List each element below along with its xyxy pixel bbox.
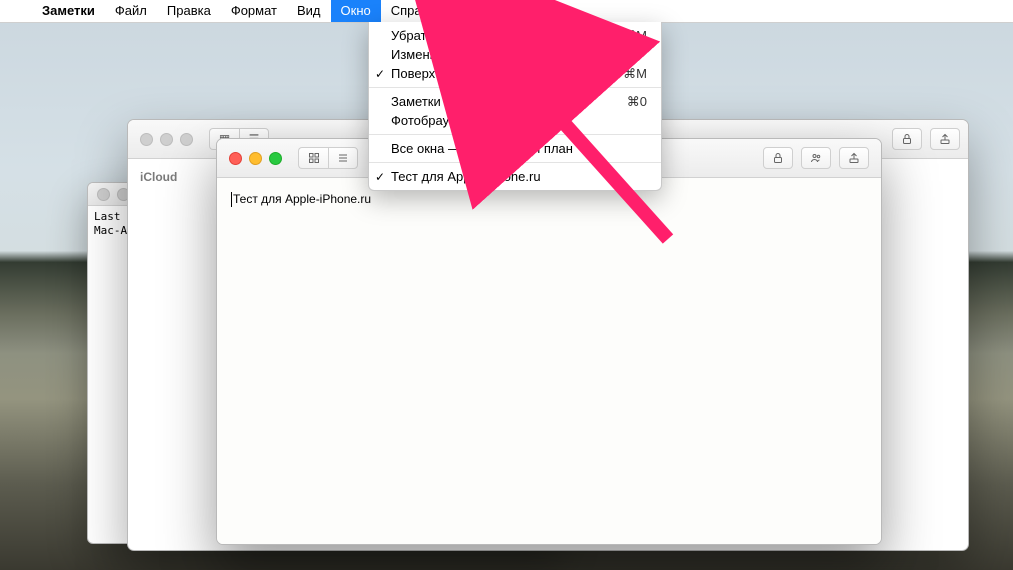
menu-item-label: Изменить масштаб: [391, 47, 647, 62]
check-icon: ✓: [375, 170, 385, 184]
grid-icon: [308, 152, 320, 164]
menu-item-label: Убрать в Dock: [391, 28, 623, 43]
share-button[interactable]: [930, 128, 960, 150]
view-list-button[interactable]: [328, 147, 358, 169]
share-icon: [939, 133, 951, 145]
menu-item-bring-all-front[interactable]: Все окна — на передний план: [369, 139, 661, 158]
close-button[interactable]: [229, 152, 242, 165]
menu-view[interactable]: Вид: [287, 0, 331, 22]
window-controls: [128, 133, 193, 146]
window-controls: [217, 152, 282, 165]
menu-item-float-on-top[interactable]: ✓ Поверх всех окон ⇧⌘M: [369, 64, 661, 83]
menu-item-shortcut: ⌘0: [627, 94, 647, 110]
menu-app-name[interactable]: Заметки: [32, 0, 105, 22]
collab-button[interactable]: [801, 147, 831, 169]
note-content-area[interactable]: Тест для Apple-iPhone.ru: [217, 178, 881, 545]
lock-icon: [772, 152, 784, 164]
list-icon: [337, 152, 349, 164]
close-button[interactable]: [140, 133, 153, 146]
people-icon: [809, 152, 823, 164]
lock-button[interactable]: [892, 128, 922, 150]
menu-item-photobrowser[interactable]: Фотобраузер: [369, 111, 661, 130]
menu-window[interactable]: Окно: [331, 0, 381, 22]
menu-item-label: Тест для Apple-iPhone.ru: [391, 169, 647, 184]
share-icon: [848, 152, 860, 164]
menu-item-zoom[interactable]: Изменить масштаб: [369, 45, 661, 64]
maximize-button[interactable]: [269, 152, 282, 165]
menu-item-label: Поверх всех окон: [391, 66, 612, 81]
menu-item-shortcut: ⇧⌘M: [612, 66, 647, 82]
minimize-button[interactable]: [249, 152, 262, 165]
menu-item-label: Фотобраузер: [391, 113, 647, 128]
minimize-button[interactable]: [160, 133, 173, 146]
text-cursor: [231, 192, 232, 207]
menu-format[interactable]: Формат: [221, 0, 287, 22]
view-grid-button[interactable]: [298, 147, 328, 169]
share-button[interactable]: [839, 147, 869, 169]
window-menu-dropdown: Убрать в Dock ⌘M Изменить масштаб ✓ Пове…: [368, 22, 662, 191]
menu-file[interactable]: Файл: [105, 0, 157, 22]
sidebar-section-label: iCloud: [140, 170, 177, 184]
menu-separator: [369, 87, 661, 88]
menu-separator: [369, 134, 661, 135]
menu-item-label: Заметки: [391, 94, 627, 109]
notes-floating-window[interactable]: Тест для Apple-iPhone.ru: [216, 138, 882, 545]
maximize-button[interactable]: [180, 133, 193, 146]
menu-help[interactable]: Справка: [381, 0, 452, 22]
menubar: Заметки Файл Правка Формат Вид Окно Спра…: [0, 0, 1013, 23]
menu-item-label: Все окна — на передний план: [391, 141, 647, 156]
menu-item-shortcut: ⌘M: [623, 28, 647, 44]
menu-item-minimize[interactable]: Убрать в Dock ⌘M: [369, 26, 661, 45]
menu-separator: [369, 162, 661, 163]
close-button[interactable]: [97, 188, 110, 201]
note-text: Тест для Apple-iPhone.ru: [233, 192, 371, 206]
menu-item-notes[interactable]: Заметки ⌘0: [369, 92, 661, 111]
menu-edit[interactable]: Правка: [157, 0, 221, 22]
menu-item-window-test[interactable]: ✓ Тест для Apple-iPhone.ru: [369, 167, 661, 186]
lock-button[interactable]: [763, 147, 793, 169]
lock-icon: [901, 133, 913, 145]
check-icon: ✓: [375, 67, 385, 81]
